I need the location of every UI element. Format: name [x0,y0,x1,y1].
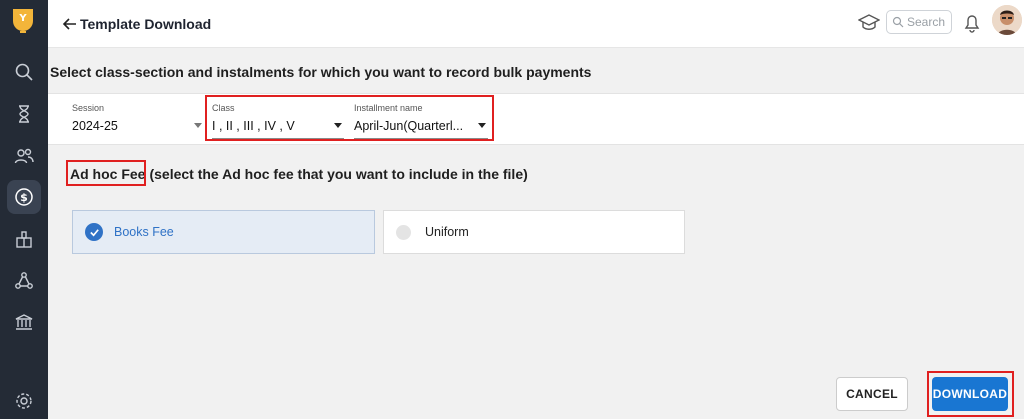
top-header: Template Download Search [48,0,1024,48]
session-value: 2024-25 [72,119,118,133]
gift-icon [16,231,32,248]
svg-text:$: $ [20,191,28,204]
adhoc-option-uniform[interactable]: Uniform [383,210,685,254]
sidebar-item-gifts[interactable] [7,222,41,256]
adhoc-description: (select the Ad hoc fee that you want to … [149,166,528,182]
app-logo-icon[interactable]: Y [10,6,36,36]
sidebar-item-settings[interactable] [7,384,41,418]
session-select[interactable]: Session 2024-25 [72,94,202,146]
bell-icon[interactable] [962,12,982,34]
highlight-box-download [927,371,1014,417]
highlight-box-filters [205,95,494,141]
cancel-button[interactable]: CANCEL [836,377,908,411]
svg-text:Y: Y [18,13,27,24]
sidebar-item-library[interactable] [7,305,41,339]
page-title: Template Download [80,16,212,32]
library-icon [15,314,33,330]
user-avatar[interactable] [992,5,1022,35]
settings-icon [16,393,32,409]
unchecked-circle-icon [396,224,411,240]
section-heading: Select class-section and instalments for… [50,64,592,80]
main-content: Select class-section and instalments for… [48,48,1024,419]
check-circle-icon [85,223,103,241]
filter-bar: Session 2024-25 Class I , II , III , IV … [48,93,1024,145]
sidebar-item-network[interactable] [7,264,41,298]
adhoc-option-label: Books Fee [114,225,174,239]
search-icon [15,63,33,81]
sidebar-item-users[interactable] [7,139,41,173]
sidebar-item-fees[interactable]: $ [7,180,41,214]
session-label: Session [72,103,105,113]
dollar-icon: $ [15,188,33,206]
network-icon [15,272,33,289]
hourglass-icon [19,105,29,123]
graduation-cap-icon[interactable] [858,12,880,34]
chevron-down-icon [194,123,202,128]
users-icon [14,148,34,164]
search-placeholder: Search [907,15,946,29]
search-icon [892,16,904,28]
back-arrow-icon[interactable] [62,16,78,32]
highlight-box-adhoc [66,160,146,186]
sidebar-item-hourglass[interactable] [7,97,41,131]
search-input[interactable]: Search [886,10,952,34]
adhoc-option-label: Uniform [425,225,469,239]
adhoc-option-books-fee[interactable]: Books Fee [72,210,375,254]
sidebar-item-search[interactable] [7,55,41,89]
sidebar: Y $ [0,0,48,419]
